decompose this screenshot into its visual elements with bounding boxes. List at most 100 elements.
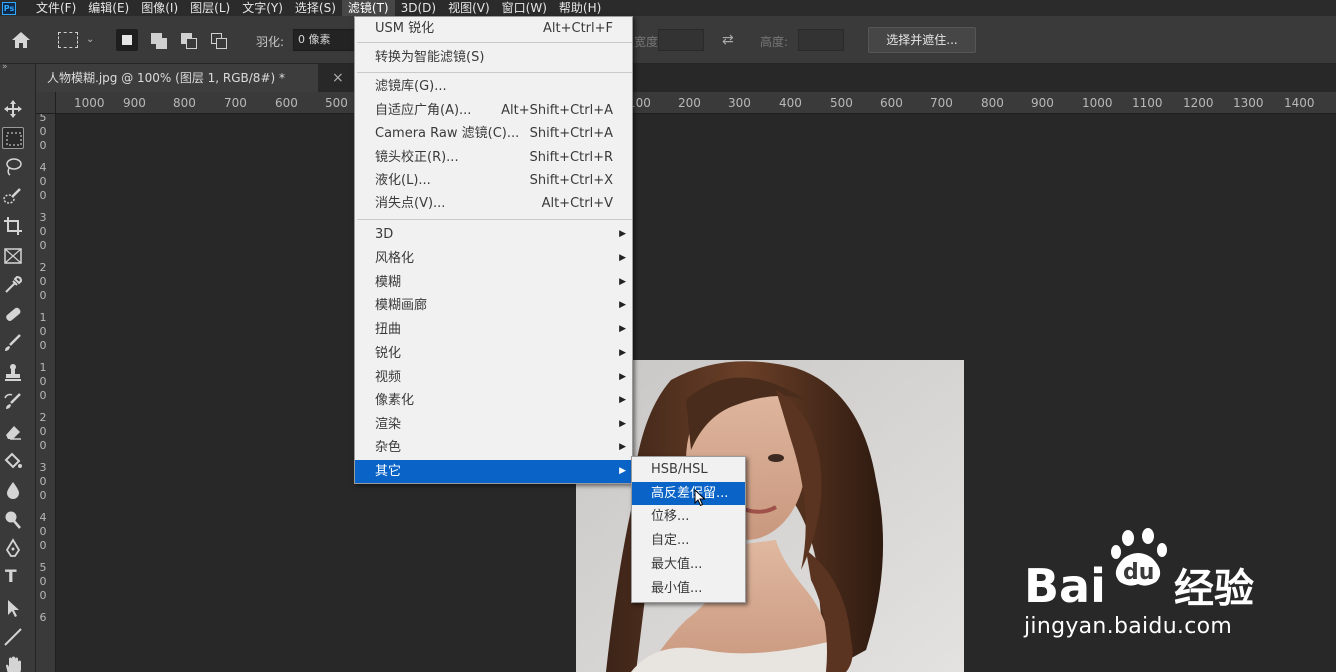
pen-tool-icon[interactable] xyxy=(2,538,24,560)
lasso-tool-icon[interactable] xyxy=(2,156,24,178)
close-icon[interactable]: × xyxy=(332,70,344,86)
add-to-selection-button[interactable] xyxy=(147,29,169,51)
crop-tool-icon[interactable] xyxy=(2,215,24,237)
width-input[interactable] xyxy=(658,29,704,51)
feather-label: 羽化: xyxy=(256,35,285,49)
menu-item-video[interactable]: 视频 ▶ xyxy=(355,366,632,389)
paint-bucket-tool-icon[interactable] xyxy=(2,450,24,472)
menu-item-vanishing-point[interactable]: 消失点(V)... Alt+Ctrl+V xyxy=(355,192,632,215)
submenu-arrow-icon: ▶ xyxy=(619,372,626,382)
select-and-mask-button[interactable]: 选择并遮住... xyxy=(868,27,976,53)
horizontal-ruler[interactable]: 1000 900 800 700 600 500 100 200 300 400 500 600 700… xyxy=(56,92,1336,114)
spot-healing-brush-tool-icon[interactable] xyxy=(2,303,24,325)
clone-stamp-tool-icon[interactable] xyxy=(2,362,24,384)
ruler-tick-label: 0 xyxy=(39,339,47,352)
eyedropper-tool-icon[interactable] xyxy=(2,274,24,296)
ruler-tick-label: 900 xyxy=(123,96,146,110)
ruler-tick-label: 5 xyxy=(39,561,47,574)
menu-item-filter-gallery[interactable]: 滤镜库(G)... xyxy=(355,75,632,98)
menu-bar: Ps 文件(F) 编辑(E) 图像(I) 图层(L) 文字(Y) 选择(S) 滤… xyxy=(0,0,1336,16)
new-selection-button[interactable] xyxy=(116,29,138,51)
menu-edit[interactable]: 编辑(E) xyxy=(82,0,135,16)
ruler-tick-label: 0 xyxy=(39,489,47,502)
hand-tool-icon[interactable] xyxy=(2,654,24,672)
home-icon[interactable] xyxy=(10,30,32,50)
brush-tool-icon[interactable] xyxy=(2,332,24,354)
height-input[interactable] xyxy=(798,29,844,51)
ruler-tick-label: 0 xyxy=(39,375,47,388)
intersect-selection-button[interactable] xyxy=(207,29,229,51)
quick-selection-tool-icon[interactable] xyxy=(2,186,24,208)
submenu-item-hsb-hsl[interactable]: HSB/HSL xyxy=(632,458,745,481)
submenu-arrow-icon: ▶ xyxy=(619,348,626,358)
submenu-item-custom[interactable]: 自定... xyxy=(632,529,745,552)
ruler-tick-label: 0 xyxy=(39,439,47,452)
dodge-tool-icon[interactable] xyxy=(2,509,24,531)
menu-image[interactable]: 图像(I) xyxy=(135,0,184,16)
menu-select[interactable]: 选择(S) xyxy=(289,0,342,16)
submenu-arrow-icon: ▶ xyxy=(619,466,626,476)
menu-item-blur-gallery[interactable]: 模糊画廊 ▶ xyxy=(355,294,632,317)
ruler-tick-label: 0 xyxy=(39,539,47,552)
menu-item-usm-sharpen[interactable]: USM 锐化 Alt+Ctrl+F xyxy=(355,17,632,40)
menu-item-liquify[interactable]: 液化(L)... Shift+Ctrl+X xyxy=(355,169,632,192)
menu-file[interactable]: 文件(F) xyxy=(30,0,82,16)
type-tool-icon[interactable]: T xyxy=(5,567,17,587)
menu-item-pixelate[interactable]: 像素化 ▶ xyxy=(355,389,632,412)
submenu-item-minimum[interactable]: 最小值... xyxy=(632,577,745,600)
menu-layer[interactable]: 图层(L) xyxy=(184,0,236,16)
menu-item-3d[interactable]: 3D ▶ xyxy=(355,223,632,246)
feather-input[interactable]: 0 像素 xyxy=(293,29,355,51)
rectangular-marquee-tool-icon[interactable] xyxy=(2,127,24,149)
submenu-item-maximum[interactable]: 最大值... xyxy=(632,553,745,576)
watermark-brand: Bai xyxy=(1024,559,1106,613)
submenu-arrow-icon: ▶ xyxy=(619,229,626,239)
menu-item-other[interactable]: 其它 ▶ xyxy=(355,460,632,483)
menu-type[interactable]: 文字(Y) xyxy=(236,0,289,16)
submenu-arrow-icon: ▶ xyxy=(619,419,626,429)
submenu-item-offset[interactable]: 位移... xyxy=(632,505,745,528)
history-brush-tool-icon[interactable] xyxy=(2,391,24,413)
watermark-cn: 经验 xyxy=(1174,566,1254,612)
subtract-from-selection-button[interactable] xyxy=(177,29,199,51)
mouse-cursor-icon xyxy=(694,488,706,507)
ruler-tick-label: 0 xyxy=(39,175,47,188)
line-tool-icon[interactable] xyxy=(2,626,24,648)
menu-view[interactable]: 视图(V) xyxy=(442,0,496,16)
path-selection-tool-icon[interactable] xyxy=(2,597,24,619)
ruler-tick-label: 0 xyxy=(39,189,47,202)
menu-help[interactable]: 帮助(H) xyxy=(553,0,607,16)
vertical-ruler[interactable]: 5004003002001001002003004005006 xyxy=(36,114,56,672)
menu-item-convert-smart-filter[interactable]: 转换为智能滤镜(S) xyxy=(355,46,632,69)
menu-item-lens-correction[interactable]: 镜头校正(R)... Shift+Ctrl+R xyxy=(355,146,632,169)
rectangular-marquee-preset-icon[interactable] xyxy=(58,32,78,48)
submenu-item-high-pass[interactable]: 高反差保留... xyxy=(632,482,745,505)
expand-panel-icon[interactable]: » xyxy=(2,62,8,72)
swap-icon[interactable]: ⇄ xyxy=(722,32,734,48)
eraser-tool-icon[interactable] xyxy=(2,421,24,443)
watermark-du: du xyxy=(1123,560,1154,585)
ruler-tick-label: 0 xyxy=(39,525,47,538)
ruler-tick-label: 600 xyxy=(880,96,903,110)
menu-item-camera-raw[interactable]: Camera Raw 滤镜(C)... Shift+Ctrl+A xyxy=(355,122,632,145)
menu-item-render[interactable]: 渲染 ▶ xyxy=(355,413,632,436)
menu-item-distort[interactable]: 扭曲 ▶ xyxy=(355,318,632,341)
photoshop-logo-icon: Ps xyxy=(2,1,16,15)
menu-item-sharpen[interactable]: 锐化 ▶ xyxy=(355,342,632,365)
ruler-tick-label: 1 xyxy=(39,311,47,324)
menu-item-blur[interactable]: 模糊 ▶ xyxy=(355,271,632,294)
ruler-origin[interactable] xyxy=(36,92,56,114)
blur-tool-icon[interactable] xyxy=(2,479,24,501)
chevron-down-icon[interactable]: ⌄ xyxy=(86,34,94,45)
menu-item-adaptive-wide-angle[interactable]: 自适应广角(A)... Alt+Shift+Ctrl+A xyxy=(355,99,632,122)
menu-filter[interactable]: 滤镜(T) xyxy=(341,0,395,16)
menu-3d[interactable]: 3D(D) xyxy=(395,0,442,16)
frame-tool-icon[interactable] xyxy=(2,245,24,267)
ruler-tick-label: 1000 xyxy=(74,96,105,110)
menu-window[interactable]: 窗口(W) xyxy=(496,0,553,16)
menu-item-noise[interactable]: 杂色 ▶ xyxy=(355,436,632,459)
menu-separator xyxy=(357,42,632,43)
menu-item-stylize[interactable]: 风格化 ▶ xyxy=(355,247,632,270)
document-tab[interactable]: 人物模糊.jpg @ 100% (图层 1, RGB/8#) * xyxy=(36,64,318,92)
move-tool-icon[interactable] xyxy=(2,98,24,120)
